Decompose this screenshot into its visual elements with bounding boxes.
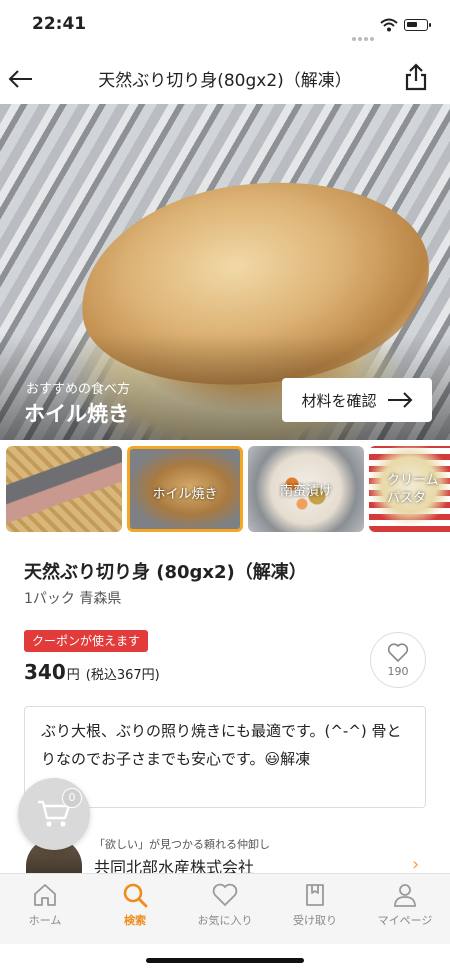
arrow-right-icon: [387, 392, 412, 408]
battery-icon: [404, 19, 431, 31]
nav-label: お気に入り: [197, 914, 253, 927]
product-price: 340円 (税込367円): [24, 660, 160, 684]
product-meta: 1パック 青森県: [24, 591, 122, 607]
nav-search[interactable]: 検索: [90, 874, 180, 944]
wifi-icon: [380, 18, 398, 32]
check-ingredients-button[interactable]: 材料を確認: [282, 378, 432, 422]
hero-image: おすすめの食べ方 ホイル焼き 材料を確認: [0, 104, 450, 440]
status-bar: 22:41: [0, 0, 450, 50]
recipe-thumb-label: クリーム パスタ: [387, 473, 439, 506]
home-icon: [34, 884, 56, 906]
page-title: 天然ぶり切り身(80gx2)（解凍）: [98, 71, 352, 91]
nav-label: 受け取り: [293, 914, 337, 927]
nav-mypage[interactable]: マイページ: [360, 874, 450, 944]
seller-tagline: 「欲しい」が見つかる頼れる仲卸し: [94, 838, 270, 851]
signal-icon: [352, 26, 378, 41]
recipe-thumb-pasta[interactable]: クリーム パスタ: [369, 446, 450, 532]
recipe-thumb-foil[interactable]: ホイル焼き: [127, 446, 243, 532]
header: 天然ぶり切り身(80gx2)（解凍）: [0, 52, 450, 104]
person-icon: [394, 884, 416, 907]
recipe-carousel[interactable]: ホイル焼き 南蛮漬け クリーム パスタ: [0, 446, 450, 534]
search-icon: [123, 883, 148, 908]
favorite-button[interactable]: 190: [370, 632, 426, 688]
price-tax: (税込367円): [85, 668, 160, 683]
pickup-icon: [306, 884, 324, 906]
recipe-thumb-nanban[interactable]: 南蛮漬け: [248, 446, 364, 532]
nav-label: 検索: [124, 914, 146, 927]
favorite-count: 190: [387, 664, 409, 678]
bottom-nav: ホーム 検索 お気に入り 受け取り マイページ: [0, 873, 450, 944]
cart-count-badge: 0: [62, 788, 82, 808]
nav-home[interactable]: ホーム: [0, 874, 90, 944]
share-icon[interactable]: [402, 62, 430, 92]
nav-label: マイページ: [377, 914, 433, 927]
recipe-thumb-label: ホイル焼き: [152, 487, 218, 502]
status-time: 22:41: [32, 14, 87, 34]
recipe-thumb-label: 南蛮漬け: [279, 484, 332, 499]
recipe-thumb-fish[interactable]: [6, 446, 122, 532]
nav-label: ホーム: [28, 914, 62, 927]
hero-subtitle: おすすめの食べ方: [26, 382, 131, 397]
back-arrow-icon[interactable]: [8, 66, 34, 92]
product-name: 天然ぶり切り身 (80gx2)（解凍）: [24, 562, 307, 583]
product-description: ぶり大根、ぶりの照り焼きにも最適です。(^-^) 骨とりなのでお子さまでも安心で…: [24, 706, 426, 808]
hero-dish-name: ホイル焼き: [24, 402, 129, 426]
check-ingredients-label: 材料を確認: [301, 391, 377, 410]
cart-button[interactable]: 0: [18, 778, 90, 850]
price-unit: 円: [66, 668, 80, 683]
coupon-badge[interactable]: クーポンが使えます: [24, 630, 149, 652]
heart-icon: [387, 642, 409, 662]
home-indicator: [146, 958, 304, 963]
price-value: 340: [24, 660, 66, 684]
nav-favorites[interactable]: お気に入り: [180, 874, 270, 944]
heart-icon: [212, 883, 238, 907]
chevron-right-icon[interactable]: ›: [412, 854, 419, 875]
nav-pickup[interactable]: 受け取り: [270, 874, 360, 944]
